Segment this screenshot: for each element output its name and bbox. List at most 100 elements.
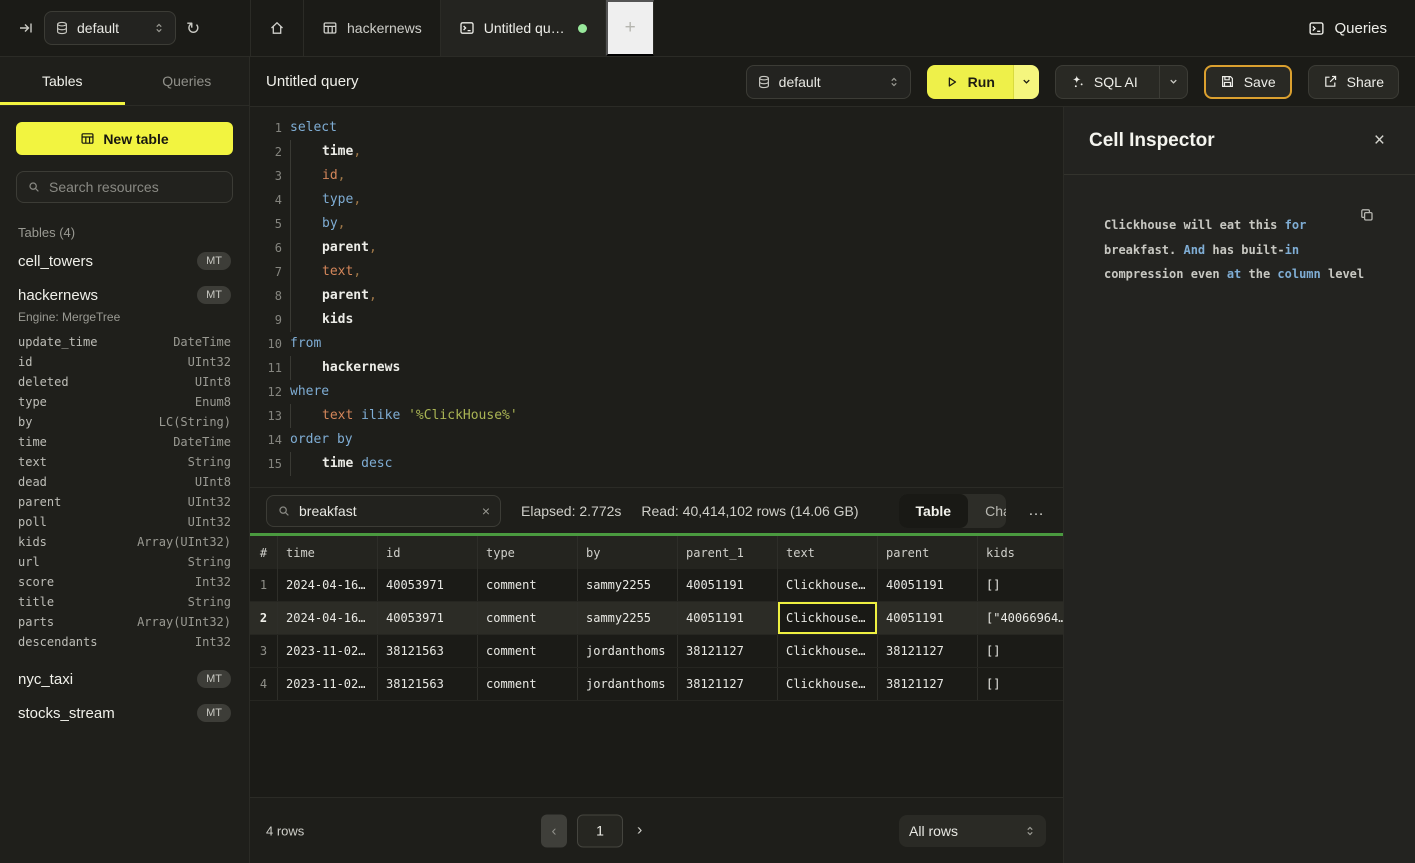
column-item-kids[interactable]: kidsArray(UInt32) <box>16 532 233 552</box>
column-item-text[interactable]: textString <box>16 452 233 472</box>
table-item-hackernews[interactable]: hackernewsMT <box>16 276 233 310</box>
cell-time[interactable]: 2024-04-16… <box>278 602 378 634</box>
results-more-button[interactable]: … <box>1026 502 1047 520</box>
sql-ai-options-button[interactable] <box>1159 66 1187 98</box>
column-header-parent_1[interactable]: parent_1 <box>678 536 778 569</box>
refresh-button[interactable]: ↻ <box>186 20 200 37</box>
table-item-cell_towers[interactable]: cell_towersMT <box>16 242 233 276</box>
database-selector-topbar[interactable]: default <box>44 11 176 45</box>
column-header-kids[interactable]: kids <box>978 536 1063 569</box>
results-search-input[interactable] <box>299 503 474 519</box>
table-item-nyc_taxi[interactable]: nyc_taxiMT <box>16 660 233 694</box>
sidebar-tab-tables[interactable]: Tables <box>0 57 125 105</box>
column-item-title[interactable]: titleString <box>16 592 233 612</box>
column-item-by[interactable]: byLC(String) <box>16 412 233 432</box>
cell-parent_1[interactable]: 40051191 <box>678 602 778 634</box>
sql-editor[interactable]: 1select2time,3id,4type,5by,6parent,7text… <box>250 107 1063 487</box>
view-tab-table[interactable]: Table <box>899 494 969 528</box>
view-tab-chart[interactable]: Chart <box>968 494 1006 528</box>
column-item-update_time[interactable]: update_timeDateTime <box>16 332 233 352</box>
cell-text[interactable]: Clickhouse… <box>778 602 878 634</box>
queries-button[interactable]: Queries <box>1308 0 1387 56</box>
column-item-parent[interactable]: parentUInt32 <box>16 492 233 512</box>
editor-tab-Untitled qu…[interactable]: Untitled qu… <box>441 0 606 56</box>
next-page-button[interactable]: › <box>633 822 646 840</box>
sql-ai-button[interactable]: SQL AI <box>1056 66 1150 98</box>
table-row[interactable]: 12024-04-16…40053971commentsammy22554005… <box>250 569 1063 602</box>
column-header-parent[interactable]: parent <box>878 536 978 569</box>
cell-parent[interactable]: 38121127 <box>878 635 978 667</box>
column-item-id[interactable]: idUInt32 <box>16 352 233 372</box>
sidebar-tab-queries[interactable]: Queries <box>125 57 250 105</box>
table-row[interactable]: 32023-11-02…38121563commentjordanthoms38… <box>250 635 1063 668</box>
table-row[interactable]: 22024-04-16…40053971commentsammy22554005… <box>250 602 1063 635</box>
cell-id[interactable]: 38121563 <box>378 668 478 700</box>
cell-time[interactable]: 2024-04-16… <box>278 569 378 601</box>
table-item-stocks_stream[interactable]: stocks_streamMT <box>16 694 233 728</box>
column-item-score[interactable]: scoreInt32 <box>16 572 233 592</box>
column-item-dead[interactable]: deadUInt8 <box>16 472 233 492</box>
sidebar-search-input[interactable] <box>49 179 222 195</box>
previous-page-button[interactable]: ‹ <box>541 814 567 847</box>
close-inspector-button[interactable]: × <box>1374 130 1385 152</box>
table-row[interactable]: 42023-11-02…38121563commentjordanthoms38… <box>250 668 1063 701</box>
cell-kids[interactable]: ["40066964… <box>978 602 1063 634</box>
column-header-by[interactable]: by <box>578 536 678 569</box>
column-header-text[interactable]: text <box>778 536 878 569</box>
cell-type[interactable]: comment <box>478 569 578 601</box>
cell-text[interactable]: Clickhouse… <box>778 569 878 601</box>
new-tab-button[interactable]: + <box>606 0 654 56</box>
cell-time[interactable]: 2023-11-02… <box>278 668 378 700</box>
cell-parent_1[interactable]: 38121127 <box>678 635 778 667</box>
cell-parent_1[interactable]: 40051191 <box>678 569 778 601</box>
column-item-url[interactable]: urlString <box>16 552 233 572</box>
cell-id[interactable]: 40053971 <box>378 569 478 601</box>
cell-id[interactable]: 38121563 <box>378 635 478 667</box>
column-item-time[interactable]: timeDateTime <box>16 432 233 452</box>
cell-text[interactable]: Clickhouse… <box>778 635 878 667</box>
run-button[interactable]: Run <box>927 65 1013 99</box>
cell-type[interactable]: comment <box>478 602 578 634</box>
collapse-sidebar-button[interactable] <box>18 20 34 36</box>
page-size-selector[interactable]: All rows <box>899 815 1046 847</box>
share-icon <box>1323 74 1338 89</box>
page-number-input[interactable] <box>577 814 623 847</box>
database-selector-toolbar[interactable]: default <box>746 65 911 99</box>
run-options-button[interactable] <box>1013 65 1039 99</box>
column-item-poll[interactable]: pollUInt32 <box>16 512 233 532</box>
column-item-type[interactable]: typeEnum8 <box>16 392 233 412</box>
column-header-#[interactable]: # <box>250 536 278 569</box>
clear-search-button[interactable]: × <box>482 503 490 519</box>
cell-by[interactable]: jordanthoms <box>578 635 678 667</box>
sql-ai-label: SQL AI <box>1094 74 1138 90</box>
cell-kids[interactable]: [] <box>978 569 1063 601</box>
cell-id[interactable]: 40053971 <box>378 602 478 634</box>
cell-parent[interactable]: 40051191 <box>878 569 978 601</box>
column-item-parts[interactable]: partsArray(UInt32) <box>16 612 233 632</box>
column-item-descendants[interactable]: descendantsInt32 <box>16 632 233 652</box>
inspector-token: column <box>1277 267 1320 281</box>
cell-parent[interactable]: 38121127 <box>878 668 978 700</box>
cell-by[interactable]: sammy2255 <box>578 602 678 634</box>
cell-kids[interactable]: [] <box>978 635 1063 667</box>
column-header-type[interactable]: type <box>478 536 578 569</box>
sql-token: where <box>290 384 329 399</box>
cell-parent_1[interactable]: 38121127 <box>678 668 778 700</box>
cell-time[interactable]: 2023-11-02… <box>278 635 378 667</box>
save-button[interactable]: Save <box>1204 65 1292 99</box>
cell-by[interactable]: jordanthoms <box>578 668 678 700</box>
share-button[interactable]: Share <box>1308 65 1399 99</box>
column-header-time[interactable]: time <box>278 536 378 569</box>
cell-text[interactable]: Clickhouse… <box>778 668 878 700</box>
column-header-id[interactable]: id <box>378 536 478 569</box>
column-item-deleted[interactable]: deletedUInt8 <box>16 372 233 392</box>
cell-by[interactable]: sammy2255 <box>578 569 678 601</box>
cell-type[interactable]: comment <box>478 668 578 700</box>
editor-tab-hackernews[interactable]: hackernews <box>304 0 441 56</box>
cell-kids[interactable]: [] <box>978 668 1063 700</box>
editor-tab-home[interactable] <box>251 0 304 56</box>
new-table-button[interactable]: New table <box>16 122 233 155</box>
copy-cell-value-button[interactable] <box>1359 207 1375 223</box>
cell-parent[interactable]: 40051191 <box>878 602 978 634</box>
cell-type[interactable]: comment <box>478 635 578 667</box>
